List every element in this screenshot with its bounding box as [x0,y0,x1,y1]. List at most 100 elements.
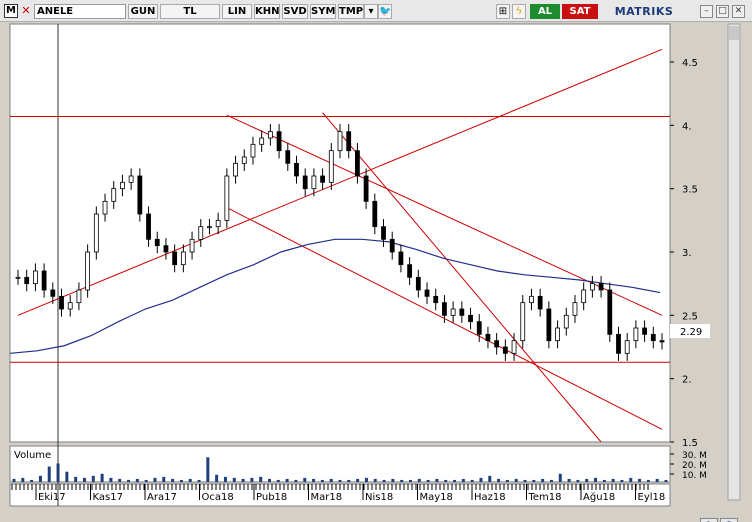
volume-bar [408,479,412,482]
scroll-thumb[interactable] [729,26,739,40]
candle-body [41,270,47,291]
volume-bar [391,478,395,482]
month-label: Tem18 [528,492,562,503]
volume-bar [453,479,457,482]
volume-bar [373,478,377,482]
candle-body [267,131,273,139]
candle-body [198,226,204,240]
volume-bar [629,477,633,482]
candle-body [572,302,578,316]
khn-button[interactable]: KHN [254,4,280,19]
candle-body [259,137,265,145]
candle-body [381,226,386,240]
candle-body [241,156,247,164]
close-symbol-icon[interactable]: ✕ [20,5,32,17]
volume-bar [12,478,16,482]
candle-body [563,314,569,329]
volume-bar [347,479,351,482]
volume-bar [74,476,78,482]
candle-body [172,251,178,266]
candle-body [398,251,404,266]
month-label: Pub18 [256,492,287,503]
last-price-label: 2.29 [680,327,702,338]
volume-bar [532,479,536,482]
volume-bar [206,457,210,482]
volume-bar [514,478,518,482]
volume-bar [602,479,606,482]
candle-body [111,188,117,202]
candle-body [276,131,282,152]
candle-body [389,238,395,253]
vertical-scrollbar[interactable] [727,23,741,501]
period-button[interactable]: GUN [128,4,158,19]
volume-bar [549,479,553,482]
sym-button[interactable]: SYM [310,4,336,19]
candle-body [180,251,186,266]
volume-bar [179,479,183,482]
volume-bar [109,477,113,482]
price-tick-label: 2.5 [682,311,698,322]
settings-icon[interactable]: ⚙ [720,518,738,522]
currency-button[interactable]: TL [160,4,220,19]
month-label: Nis18 [365,492,393,503]
sell-button[interactable]: SAT [562,4,598,19]
scale-button[interactable]: LIN [222,4,252,19]
twitter-icon[interactable]: 🐦 [378,4,392,19]
candle-body [659,340,665,343]
volume-bar [241,478,245,482]
volume-bar [338,479,342,482]
dropdown-icon[interactable]: ▾ [364,4,378,19]
candle-body [163,245,169,253]
volume-bar [329,478,333,482]
tmp-button[interactable]: TMP [338,4,364,19]
matriks-logo-icon[interactable]: M [4,4,18,18]
maximize-icon[interactable]: □ [716,5,729,18]
minimize-icon[interactable]: – [700,5,713,18]
buy-button[interactable]: AL [530,4,560,19]
candle-body [311,175,317,190]
volume-bar [153,477,157,482]
volume-bar [118,478,122,482]
candle-body [485,333,491,342]
lightning-icon[interactable]: ϟ [512,4,526,19]
volume-bar [294,479,298,482]
month-label: Eyl18 [638,492,666,503]
volume-bar [47,466,51,482]
candle-body [468,314,473,323]
candle-body [363,175,369,202]
volume-bar [505,479,509,482]
candle-body [137,175,143,215]
volume-tick-label: 10. M [682,471,707,481]
chart-frame: 4.5 4. 3.5 3. 2.5 2. 1.5 30. M 20. M 10. M Eki17… [0,22,752,522]
candle-body [128,175,134,183]
volume-bar [30,479,34,482]
volume-bar [135,478,139,482]
volume-bar [223,476,227,482]
price-tick-label: 4. [682,121,692,132]
volume-bar [259,476,263,482]
price-tick-label: 3. [682,248,692,259]
link-icon[interactable]: ⊞ [496,4,510,19]
volume-bar [171,478,175,482]
volume-bar [585,478,589,482]
close-window-icon[interactable]: ✕ [732,5,745,18]
volume-bar [400,479,404,482]
refresh-icon[interactable]: ⟳ [700,518,718,522]
price-chart[interactable]: 4.5 4. 3.5 3. 2.5 2. 1.5 30. M20. M10. M Eki17… [0,22,752,522]
candle-body [555,327,560,342]
candle-body [120,181,125,190]
volume-bar [646,479,650,482]
candle-body [102,200,108,215]
candle-body [494,340,500,348]
candle-body [407,264,413,278]
candle-body [502,346,508,354]
volume-bar [611,478,615,482]
svd-button[interactable]: SVD [282,4,308,19]
volume-panel-bg [9,445,671,483]
candle-body [598,283,604,291]
volume-bar [250,477,254,482]
volume-bar [382,479,386,482]
candle-body [355,150,360,177]
symbol-input[interactable]: ANELE [34,4,126,19]
candle-body [76,289,82,304]
